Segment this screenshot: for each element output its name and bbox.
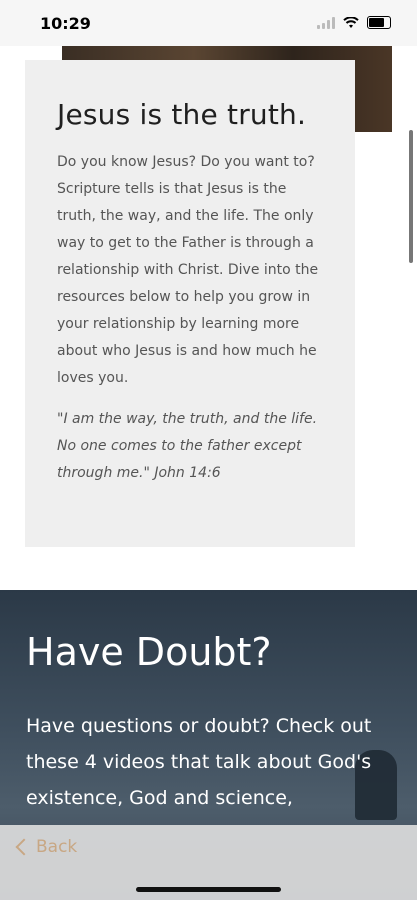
scroll-indicator[interactable]	[409, 130, 413, 263]
card-body: Do you know Jesus? Do you want to? Scrip…	[57, 154, 319, 386]
signal-icon	[317, 16, 335, 29]
battery-icon	[367, 16, 391, 29]
chevron-left-icon	[15, 838, 33, 856]
home-indicator[interactable]	[136, 887, 281, 892]
status-time: 10:29	[40, 14, 91, 33]
doubt-title: Have Doubt?	[26, 630, 272, 674]
back-label: Back	[36, 837, 78, 857]
status-icons	[317, 16, 391, 29]
card-quote: "I am the way, the truth, and the life. …	[57, 411, 318, 481]
card-title: Jesus is the truth.	[57, 98, 307, 131]
truth-card: Jesus is the truth. Do you know Jesus? D…	[25, 60, 355, 547]
bottom-toolbar: Back	[0, 825, 417, 900]
back-button[interactable]: Back	[15, 837, 78, 857]
doubt-body: Have questions or doubt? Check out these…	[26, 715, 372, 809]
wifi-icon	[343, 16, 359, 28]
status-bar: 10:29	[0, 0, 417, 46]
